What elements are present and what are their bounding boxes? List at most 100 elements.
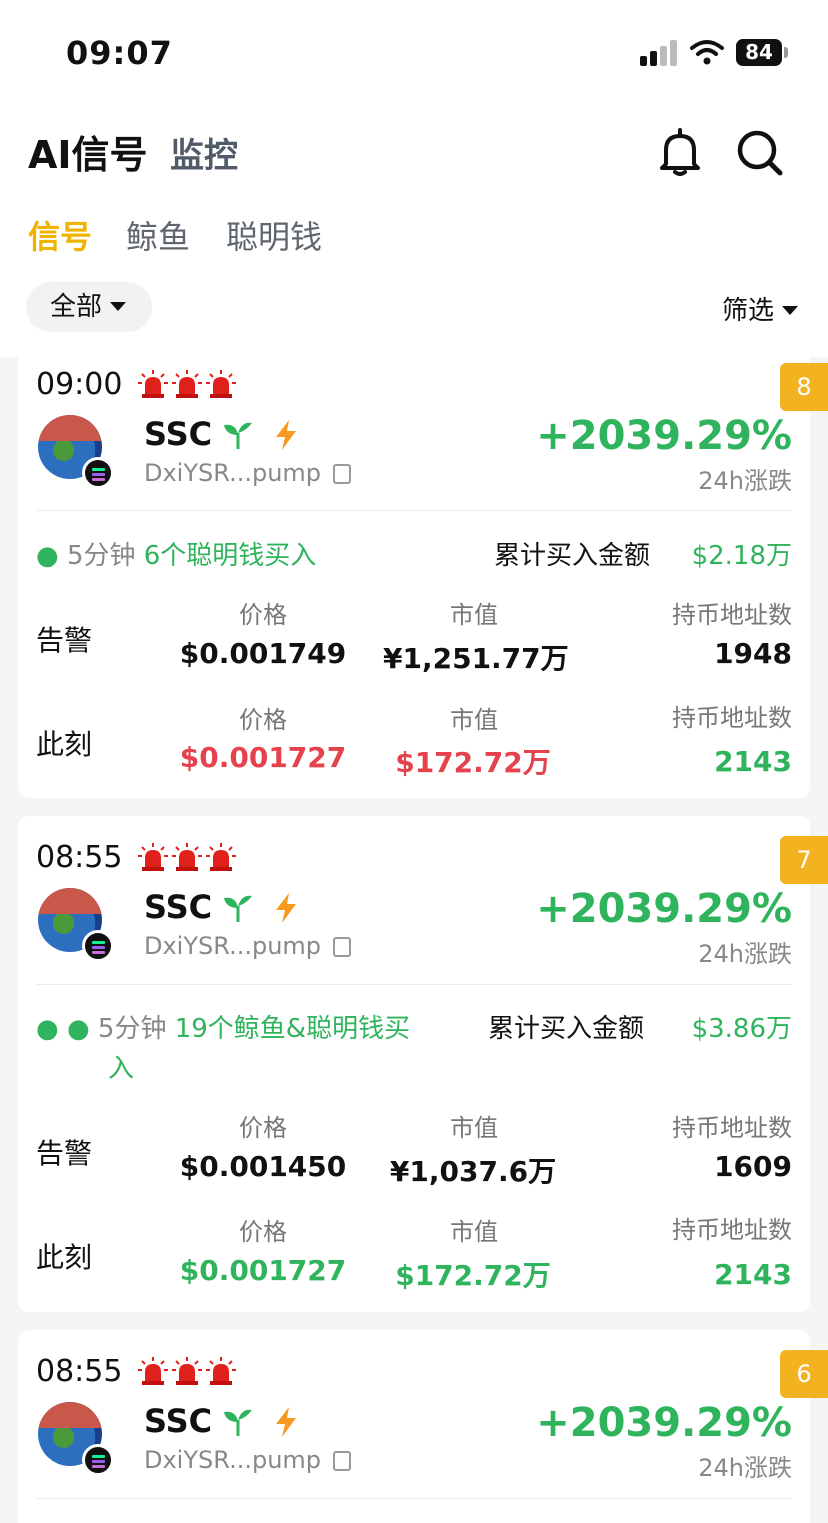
scope-filter-label: 全部 [50,292,103,322]
buy-summary: ● 5分钟 6个聪明钱买入 [36,535,316,572]
battery-icon: 84 [736,39,782,66]
copy-icon[interactable] [333,1451,352,1471]
now-mcap: $172.72万 [395,1259,551,1292]
holders-header: 持币地址数 [672,704,792,732]
now-row-label: 此刻 [36,1241,93,1274]
mcap-header: 市值 [450,1218,498,1246]
signal-time: 08:55 [36,1354,123,1389]
divider [36,984,792,985]
address-text: DxiYSR...pump [144,1446,322,1474]
signal-card[interactable]: 7 08:55 SSC DxiYSR...pump +2039.29% 24h涨… [18,816,828,1312]
top-header: 09:07 84 AI信号 监控 信号 鲸鱼 聪明钱 全部 筛选 [0,0,828,357]
token-address[interactable]: DxiYSR...pump [144,459,352,487]
rank-badge: 8 [780,363,828,411]
price-header: 价格 [239,601,287,629]
token-address[interactable]: DxiYSR...pump [144,1446,352,1474]
siren-icon [138,1357,168,1385]
now-holders: 2143 [714,1258,792,1291]
page-title[interactable]: AI信号 [28,124,148,179]
now-mcap: $172.72万 [395,746,551,779]
token-symbol: SSC [144,888,213,926]
status-bar: 09:07 84 [0,0,828,100]
alert-level [138,1356,236,1386]
signal-card[interactable]: 8 09:00 SSC DxiYSR...pump +2039.29% 24h涨… [18,357,828,798]
lightning-icon [276,420,296,450]
alert-holders: 1948 [714,637,792,670]
scope-filter-dropdown[interactable]: 全部 [26,282,152,332]
alert-level [138,369,236,399]
buy-text: 6个聪明钱买入 [143,541,317,571]
wifi-icon [690,40,724,65]
buy-period: 5分钟 [97,1014,167,1044]
signal-card[interactable]: 6 08:55 SSC DxiYSR...pump +2039.29% 24h涨… [18,1330,828,1523]
tab-whale[interactable]: 鲸鱼 [126,212,190,258]
divider [36,1498,792,1499]
tab-signal[interactable]: 信号 [28,212,92,258]
solana-chain-icon [82,1444,114,1476]
now-price: $0.001727 [179,741,347,774]
rank-badge: 7 [780,836,828,884]
copy-icon[interactable] [333,464,352,484]
sprout-icon [224,422,252,449]
cumulative-amount: $3.86万 [691,1014,792,1044]
change-24h-label: 24h涨跌 [698,1454,792,1482]
token-address[interactable]: DxiYSR...pump [144,932,352,960]
alert-price: $0.001749 [179,637,347,670]
sprout-icon [224,1409,252,1436]
change-24h-value: +2039.29% [536,886,792,932]
cellular-signal-icon [640,40,680,66]
money-bag-icon: ● [36,541,59,571]
buy-text: 19个鲸鱼&聪明钱买 [174,1014,411,1044]
buy-summary: ● ● 5分钟 19个鲸鱼&聪明钱买 [36,1008,410,1045]
now-holders: 2143 [714,745,792,778]
token-symbol: SSC [144,415,213,453]
change-24h-label: 24h涨跌 [698,467,792,495]
mcap-header: 市值 [450,1114,498,1142]
change-24h-label: 24h涨跌 [698,940,792,968]
signal-time: 09:00 [36,367,123,402]
rank-badge: 6 [780,1350,828,1398]
status-time: 09:07 [66,34,173,72]
bell-icon[interactable] [656,126,704,178]
mcap-header: 市值 [450,706,498,734]
screen-filter-label: 筛选 [722,296,775,326]
search-icon[interactable] [734,126,786,178]
screen-filter-dropdown[interactable]: 筛选 [722,290,799,327]
siren-icon [172,843,202,871]
solana-chain-icon [82,457,114,489]
alert-holders: 1609 [714,1150,792,1183]
siren-icon [138,370,168,398]
caret-down-icon [782,305,799,315]
divider [36,510,792,511]
holders-header: 持币地址数 [672,601,792,629]
mcap-header: 市值 [450,601,498,629]
siren-icon [138,843,168,871]
whale-icon: ● [36,1014,59,1044]
alert-row-label: 告警 [36,1137,93,1170]
cumulative-label: 累计买入金额 [494,541,651,571]
now-price: $0.001727 [179,1254,347,1287]
lightning-icon [276,1407,296,1437]
copy-icon[interactable] [333,937,352,957]
alert-mcap: ¥1,037.6万 [389,1155,557,1188]
signal-time: 08:55 [36,840,123,875]
cumulative-label: 累计买入金额 [488,1014,645,1044]
tab-smart-money[interactable]: 聪明钱 [226,212,322,258]
holders-header: 持币地址数 [672,1114,792,1142]
siren-icon [206,1357,236,1385]
cumulative-amount: $2.18万 [691,541,792,571]
change-24h-value: +2039.29% [536,413,792,459]
now-row-label: 此刻 [36,728,93,761]
solana-chain-icon [82,930,114,962]
change-24h-value: +2039.29% [536,1400,792,1446]
caret-down-icon [110,301,127,311]
buy-period: 5分钟 [66,541,136,571]
siren-icon [206,370,236,398]
monitor-tab[interactable]: 监控 [170,128,238,177]
holders-header: 持币地址数 [672,1216,792,1244]
price-header: 价格 [239,706,287,734]
price-header: 价格 [239,1114,287,1142]
token-avatar [38,888,114,962]
alert-row-label: 告警 [36,624,93,657]
siren-icon [172,1357,202,1385]
